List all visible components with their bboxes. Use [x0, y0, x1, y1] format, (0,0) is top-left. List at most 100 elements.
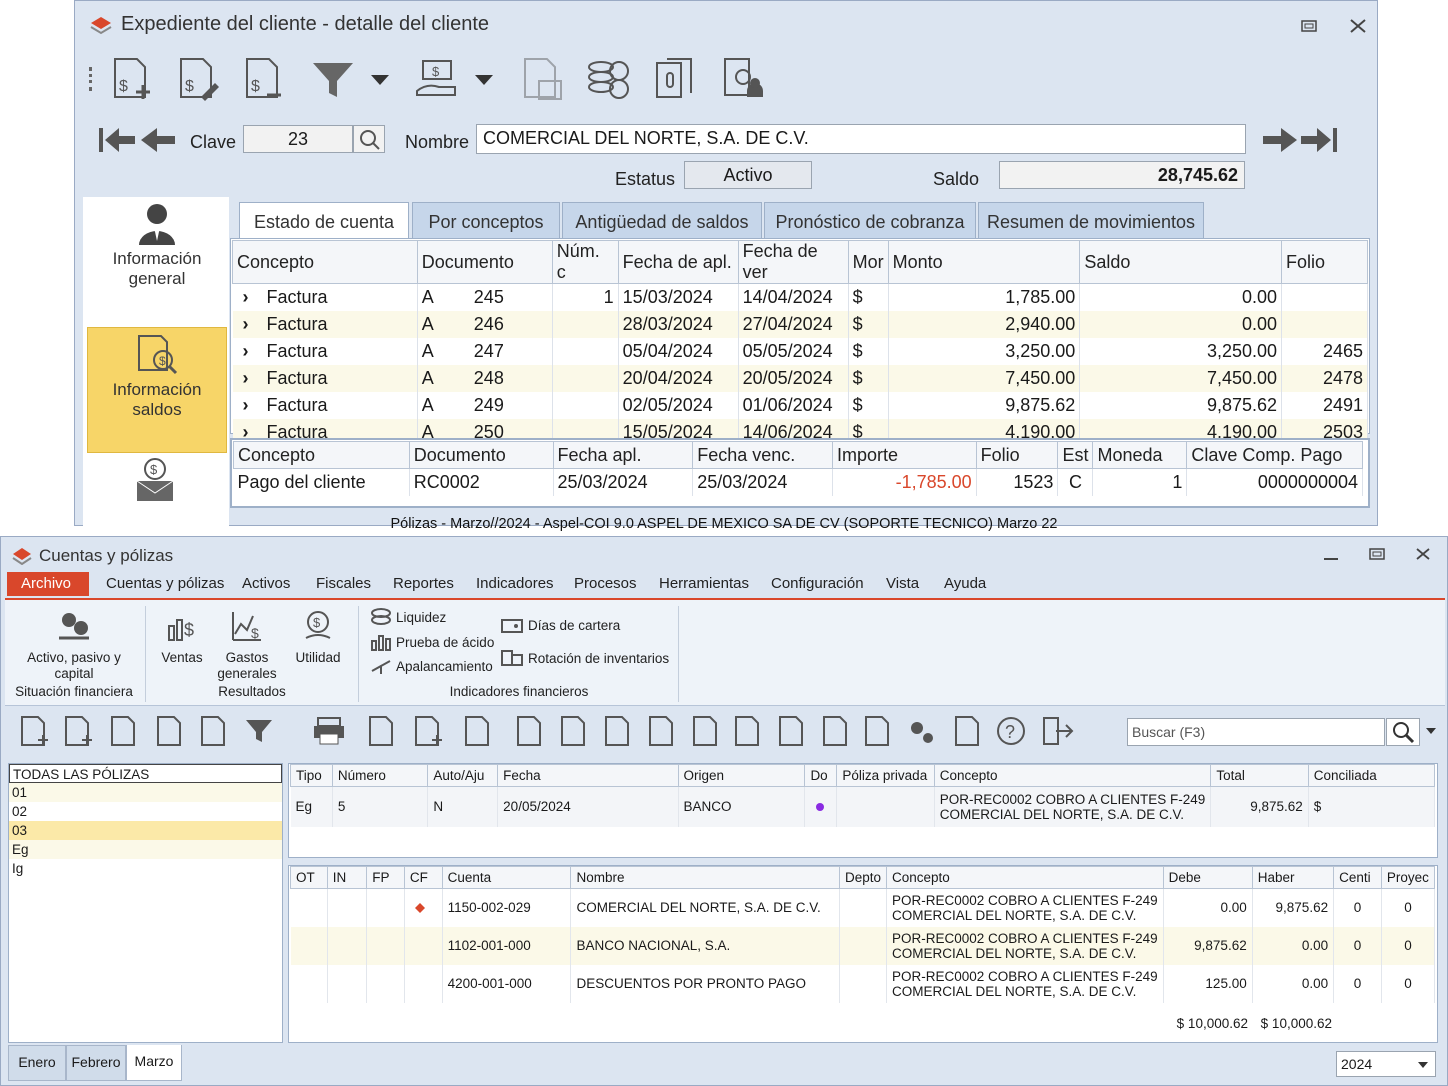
clipboard-icon[interactable] — [364, 714, 398, 748]
list-item[interactable]: 01 — [9, 783, 282, 802]
list-item[interactable]: Eg — [9, 840, 282, 859]
first-record-button[interactable] — [97, 125, 137, 155]
close-icon[interactable] — [1415, 547, 1431, 561]
expand-chevron-icon[interactable]: › — [237, 341, 267, 362]
gastos-button[interactable]: $ Gastos generales — [214, 610, 280, 682]
delete-poliza-icon[interactable] — [106, 714, 140, 748]
help-icon[interactable]: ? — [994, 714, 1028, 748]
col-proyec[interactable]: Proyec — [1380, 866, 1436, 889]
col-origen[interactable]: Origen — [677, 764, 806, 787]
dias-cartera-button[interactable]: Días de cartera — [500, 616, 620, 634]
col-pago-importe[interactable]: Importe — [832, 441, 977, 469]
col-pago-est[interactable]: Est — [1057, 441, 1094, 469]
search-icon[interactable] — [1386, 718, 1420, 746]
table-row[interactable]: 1102-001-000 BANCO NACIONAL, S.A. POR-REC0… — [290, 926, 1436, 965]
menu-procesos[interactable]: Procesos — [560, 572, 651, 596]
col-concepto[interactable]: Concepto — [232, 240, 418, 284]
col-auto-aju[interactable]: Auto/Aju — [427, 764, 499, 787]
col-pago-moneda[interactable]: Moneda — [1092, 441, 1188, 469]
table-row[interactable]: 4200-001-000 DESCUENTOS POR PRONTO PAGO PO… — [290, 964, 1436, 1003]
col-ot[interactable]: OT — [290, 866, 328, 889]
ventas-button[interactable]: $ Ventas — [154, 610, 210, 665]
utilidad-button[interactable]: $ Utilidad — [288, 610, 348, 665]
col-pago-fecha-venc[interactable]: Fecha venc. — [692, 441, 833, 469]
col-haber[interactable]: Haber — [1251, 866, 1335, 889]
copy-icon[interactable] — [152, 714, 186, 748]
tab-enero[interactable]: Enero — [8, 1045, 66, 1081]
edit-poliza-icon[interactable] — [60, 714, 94, 748]
minimize-icon[interactable] — [1323, 549, 1339, 563]
col-depto[interactable]: Depto — [838, 866, 888, 889]
filter-icon[interactable] — [309, 55, 359, 103]
refresh-dollar-icon[interactable] — [730, 714, 764, 748]
col-pago-clave-comp[interactable]: Clave Comp. Pago — [1186, 441, 1363, 469]
col-in[interactable]: IN — [326, 866, 368, 889]
col-cf[interactable]: CF — [403, 866, 443, 889]
document-dollar-icon[interactable] — [644, 714, 678, 748]
filter-icon[interactable] — [242, 714, 276, 748]
documents-clip-icon[interactable] — [651, 55, 701, 103]
col-mov-concepto[interactable]: Concepto — [886, 866, 1164, 889]
table-row[interactable]: › Factura A 248 20/04/2024 20/05/2024 $7,450.0… — [232, 364, 1368, 392]
menu-cuentas-polizas[interactable]: Cuentas y pólizas — [92, 572, 238, 596]
col-poliza-privada[interactable]: Póliza privada — [836, 764, 935, 787]
paste-icon[interactable] — [196, 714, 230, 748]
col-tipo[interactable]: Tipo — [290, 764, 333, 787]
new-poliza-icon[interactable] — [16, 714, 50, 748]
search-input[interactable]: Buscar (F3) — [1127, 718, 1385, 746]
col-fecha-apl[interactable]: Fecha de apl. — [617, 240, 739, 284]
duplicate-icon[interactable] — [512, 714, 546, 748]
nombre-field[interactable]: COMERCIAL DEL NORTE, S.A. DE C.V. — [476, 124, 1246, 154]
table-row[interactable]: › Factura A 247 05/04/2024 05/05/2024 $3,250.0… — [232, 337, 1368, 365]
tab-marzo[interactable]: Marzo — [126, 1045, 182, 1081]
document-search-icon[interactable] — [556, 714, 590, 748]
payment-icon[interactable]: $ — [413, 55, 463, 103]
menu-activos[interactable]: Activos — [228, 572, 304, 596]
col-pago-fecha-apl[interactable]: Fecha apl. — [552, 441, 694, 469]
last-record-button[interactable] — [1299, 125, 1339, 155]
info-saldos-button[interactable]: $ Información saldos — [87, 327, 227, 453]
menu-archivo[interactable]: Archivo — [7, 572, 89, 596]
col-do[interactable]: Do — [804, 764, 838, 787]
expand-chevron-icon[interactable]: › — [237, 287, 267, 308]
menu-ayuda[interactable]: Ayuda — [930, 572, 1000, 596]
tab-antiguedad-saldos[interactable]: Antigüedad de saldos — [562, 202, 762, 240]
restore-icon[interactable] — [1301, 19, 1317, 33]
clave-field[interactable]: 23 — [243, 125, 353, 153]
exit-icon[interactable] — [1040, 714, 1074, 748]
list-item-todas[interactable]: TODAS LAS PÓLIZAS — [9, 764, 282, 783]
menu-herramientas[interactable]: Herramientas — [645, 572, 763, 596]
col-pago-folio[interactable]: Folio — [975, 441, 1059, 469]
col-fp[interactable]: FP — [366, 866, 405, 889]
report-icon[interactable] — [950, 714, 984, 748]
new-page-icon[interactable] — [410, 714, 444, 748]
new-document-button[interactable]: $ — [109, 55, 159, 103]
restore-icon[interactable] — [1369, 547, 1385, 561]
col-documento[interactable]: Documento — [416, 240, 553, 284]
col-concepto[interactable]: Concepto — [933, 764, 1212, 787]
coins-icon[interactable] — [585, 55, 635, 103]
cycle-dollar-icon[interactable] — [774, 714, 808, 748]
col-fecha-ven[interactable]: Fecha de ver — [737, 240, 849, 284]
calendar-document-icon[interactable] — [519, 55, 569, 103]
col-monto[interactable]: Monto — [887, 240, 1081, 284]
year-select[interactable]: 2024 — [1336, 1051, 1436, 1077]
col-pago-concepto[interactable]: Concepto — [233, 441, 410, 469]
table-row[interactable]: › Factura A 245 1 15/03/2024 14/04/2024 $1,785.… — [232, 283, 1368, 311]
filter-dropdown-chevron-icon[interactable] — [369, 55, 393, 103]
menu-fiscales[interactable]: Fiscales — [302, 572, 385, 596]
search-dropdown-chevron-icon[interactable] — [1425, 726, 1437, 736]
col-numero[interactable]: Número — [331, 764, 429, 787]
table-row[interactable]: Eg 5 N 20/05/2024 BANCO POR-REC0002 COBR… — [290, 786, 1436, 827]
list-item[interactable]: 02 — [9, 802, 282, 821]
expand-chevron-icon[interactable]: › — [237, 368, 267, 389]
col-pago-documento[interactable]: Documento — [408, 441, 554, 469]
expand-chevron-icon[interactable]: › — [237, 314, 267, 335]
liquidez-button[interactable]: Liquidez — [370, 608, 446, 626]
settings-icon[interactable] — [904, 714, 938, 748]
list-item-selected[interactable]: 03 — [9, 821, 282, 840]
col-conciliada[interactable]: Conciliada — [1307, 764, 1436, 787]
info-general-button[interactable]: Información general — [87, 199, 227, 319]
edit-document-button[interactable]: $ — [175, 55, 225, 103]
search-clave-button[interactable] — [353, 125, 385, 153]
